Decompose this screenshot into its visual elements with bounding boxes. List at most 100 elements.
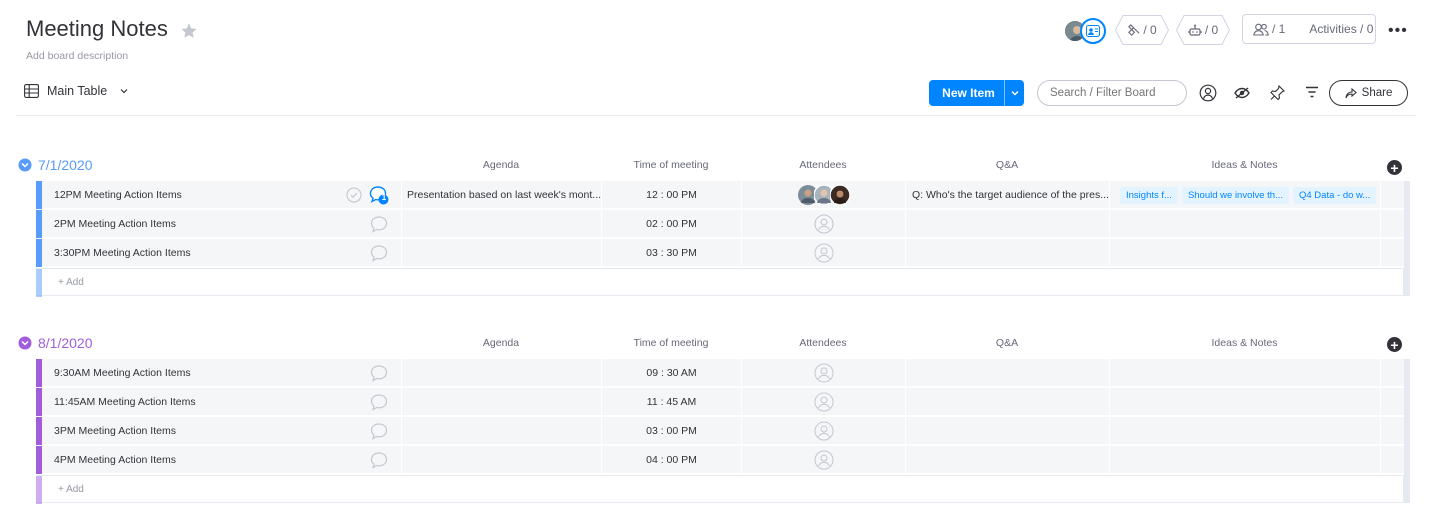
add-update-icon[interactable] <box>369 363 389 383</box>
item-name[interactable]: 3:30PM Meeting Action Items <box>54 239 191 267</box>
qa-cell[interactable] <box>905 446 1109 474</box>
group-title-text[interactable]: 8/1/2020 <box>38 335 93 351</box>
person-placeholder-icon[interactable] <box>814 392 834 412</box>
qa-cell[interactable]: Q: Who's the target audience of the pres… <box>905 181 1109 209</box>
time-cell[interactable]: 02 : 00 PM <box>601 210 741 238</box>
check-circle-icon[interactable] <box>346 187 362 203</box>
collapse-group-icon[interactable] <box>18 158 32 172</box>
time-cell[interactable]: 03 : 30 PM <box>601 239 741 267</box>
note-tag[interactable]: Insights f... <box>1120 186 1178 204</box>
table-row[interactable]: 3:30PM Meeting Action Items 03 : 30 PM <box>36 239 1404 267</box>
add-update-icon[interactable] <box>369 243 389 263</box>
attendees-cell[interactable] <box>741 181 905 209</box>
ideas-cell[interactable] <box>1109 446 1380 474</box>
pin-icon[interactable] <box>1270 85 1285 101</box>
column-header-qa[interactable]: Q&A <box>905 159 1109 171</box>
column-header-ideas[interactable]: Ideas & Notes <box>1109 337 1380 349</box>
column-header-qa[interactable]: Q&A <box>905 337 1109 349</box>
time-cell[interactable]: 04 : 00 PM <box>601 446 741 474</box>
agenda-cell[interactable] <box>401 359 601 387</box>
activity-log-button[interactable]: / 1 Activities / 0 <box>1242 14 1376 44</box>
attendees-cell[interactable] <box>741 446 905 474</box>
ideas-cell[interactable]: Insights f... Should we involve th... Q4… <box>1109 181 1380 209</box>
person-filter-icon[interactable] <box>1199 84 1217 102</box>
board-description[interactable]: Add board description <box>26 50 128 62</box>
view-selector[interactable]: Main Table <box>24 84 129 98</box>
qa-cell[interactable] <box>905 359 1109 387</box>
column-header-attendees[interactable]: Attendees <box>741 337 905 349</box>
add-update-icon[interactable] <box>369 392 389 412</box>
agenda-cell[interactable] <box>401 210 601 238</box>
attendees-cell[interactable] <box>741 359 905 387</box>
agenda-cell[interactable] <box>401 417 601 445</box>
group-title-text[interactable]: 7/1/2020 <box>38 157 93 173</box>
agenda-cell[interactable] <box>401 239 601 267</box>
chevron-down-icon[interactable] <box>119 86 129 96</box>
person-placeholder-icon[interactable] <box>814 214 834 234</box>
board-title[interactable]: Meeting Notes <box>26 16 168 42</box>
time-cell[interactable]: 03 : 00 PM <box>601 417 741 445</box>
item-name[interactable]: 11:45AM Meeting Action Items <box>54 388 196 416</box>
add-item-row[interactable]: + Add <box>36 475 1404 504</box>
person-placeholder-icon[interactable] <box>814 421 834 441</box>
group-title[interactable]: 8/1/2020 <box>18 335 93 351</box>
add-column-icon[interactable]: + <box>1387 337 1402 352</box>
column-header-agenda[interactable]: Agenda <box>401 337 601 349</box>
ideas-cell[interactable] <box>1109 210 1380 238</box>
attendees-cell[interactable] <box>741 210 905 238</box>
more-options-icon[interactable]: ••• <box>1388 22 1408 40</box>
add-column-icon[interactable]: + <box>1387 160 1402 175</box>
attendees-cell[interactable] <box>741 239 905 267</box>
add-item-label[interactable]: + Add <box>58 484 84 495</box>
ideas-cell[interactable] <box>1109 417 1380 445</box>
qa-cell[interactable] <box>905 388 1109 416</box>
person-placeholder-icon[interactable] <box>814 363 834 383</box>
group-title[interactable]: 7/1/2020 <box>18 157 93 173</box>
time-cell[interactable]: 12 : 00 PM <box>601 181 741 209</box>
ideas-cell[interactable] <box>1109 359 1380 387</box>
item-name[interactable]: 9:30AM Meeting Action Items <box>54 359 191 387</box>
table-row[interactable]: 4PM Meeting Action Items 04 : 00 PM <box>36 446 1404 474</box>
attendees-cell[interactable] <box>741 417 905 445</box>
star-icon[interactable] <box>180 22 198 40</box>
add-item-row[interactable]: + Add <box>36 268 1404 297</box>
sort-filter-icon[interactable] <box>1305 86 1319 98</box>
avatar[interactable] <box>829 185 850 205</box>
column-header-time[interactable]: Time of meeting <box>601 159 741 171</box>
table-row[interactable]: 2PM Meeting Action Items 02 : 00 PM <box>36 210 1404 238</box>
person-placeholder-icon[interactable] <box>814 450 834 470</box>
agenda-cell[interactable] <box>401 388 601 416</box>
hide-columns-icon[interactable] <box>1234 86 1250 100</box>
attendees-cell[interactable] <box>741 388 905 416</box>
item-name[interactable]: 2PM Meeting Action Items <box>54 210 176 238</box>
column-header-time[interactable]: Time of meeting <box>601 337 741 349</box>
qa-cell[interactable] <box>905 210 1109 238</box>
column-header-attendees[interactable]: Attendees <box>741 159 905 171</box>
table-row[interactable]: 3PM Meeting Action Items 03 : 00 PM <box>36 417 1404 445</box>
time-cell[interactable]: 09 : 30 AM <box>601 359 741 387</box>
agenda-cell[interactable]: Presentation based on last week's mont..… <box>401 181 601 209</box>
person-placeholder-icon[interactable] <box>814 243 834 263</box>
note-tag[interactable]: Q4 Data - do w... <box>1293 186 1377 204</box>
collapse-group-icon[interactable] <box>18 336 32 350</box>
add-update-icon[interactable] <box>369 450 389 470</box>
members-counter[interactable]: / 1 <box>1243 22 1285 36</box>
integrations-button[interactable]: / 0 <box>1115 15 1169 45</box>
new-item-dropdown[interactable] <box>1004 80 1024 106</box>
ideas-cell[interactable] <box>1109 388 1380 416</box>
invite-icon[interactable] <box>1080 18 1106 44</box>
new-item-button[interactable]: New Item <box>929 80 1024 106</box>
table-row[interactable]: 11:45AM Meeting Action Items 11 : 45 AM <box>36 388 1404 416</box>
qa-cell[interactable] <box>905 239 1109 267</box>
table-row[interactable]: 9:30AM Meeting Action Items 09 : 30 AM <box>36 359 1404 387</box>
automations-button[interactable]: / 0 <box>1176 15 1230 45</box>
column-header-ideas[interactable]: Ideas & Notes <box>1109 159 1380 171</box>
table-row[interactable]: 12PM Meeting Action Items 1 Presentation… <box>36 181 1404 209</box>
add-update-icon[interactable] <box>369 214 389 234</box>
time-cell[interactable]: 11 : 45 AM <box>601 388 741 416</box>
column-header-agenda[interactable]: Agenda <box>401 159 601 171</box>
search-input[interactable] <box>1037 80 1187 106</box>
add-update-icon[interactable] <box>369 421 389 441</box>
item-name[interactable]: 12PM Meeting Action Items <box>54 181 182 209</box>
updates-icon[interactable]: 1 <box>369 185 389 205</box>
